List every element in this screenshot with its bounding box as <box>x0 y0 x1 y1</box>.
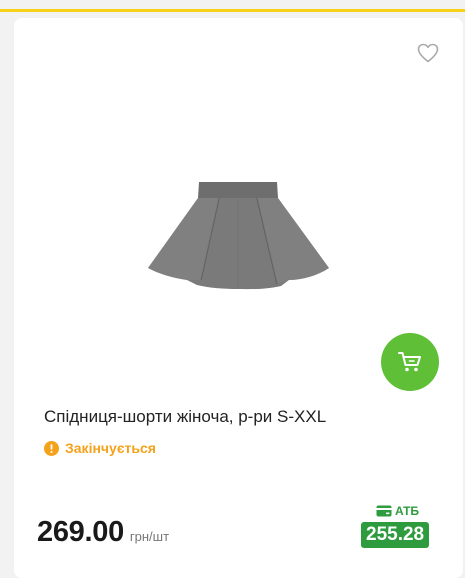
price: 269.00 <box>37 516 124 548</box>
accent-line <box>0 9 465 12</box>
loyalty-card-price: 255.28 <box>361 522 430 548</box>
top-bar <box>0 0 465 12</box>
card-icon <box>376 505 392 517</box>
heart-icon <box>417 43 439 63</box>
card-label-text: АТБ <box>395 504 420 518</box>
price-unit: грн/шт <box>129 529 170 544</box>
add-to-cart-button[interactable] <box>381 333 439 391</box>
warning-icon <box>44 440 59 456</box>
product-card[interactable]: Спідниця-шорти жіноча, р-ри S-XXL Закінч… <box>14 18 463 578</box>
stock-status: Закінчується <box>44 440 156 456</box>
favorite-button[interactable] <box>414 40 442 66</box>
loyalty-card-label: АТБ <box>376 504 419 518</box>
cart-icon <box>398 352 421 372</box>
status-text: Закінчується <box>65 440 156 456</box>
price-row: 269.00 грн/шт <box>37 516 169 549</box>
product-image[interactable] <box>139 168 339 298</box>
product-title[interactable]: Спідниця-шорти жіноча, р-ри S-XXL <box>44 407 326 427</box>
skirt-waistband <box>198 182 278 198</box>
